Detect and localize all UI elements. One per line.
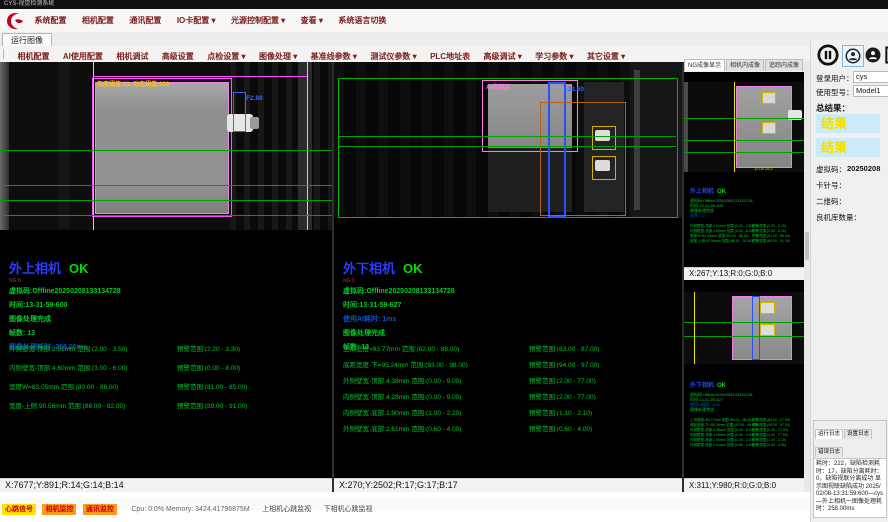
document-tabrow: 运行图像	[0, 32, 888, 47]
heartbeat-indicator: 心跳信号	[2, 504, 36, 515]
measurement-list-upper: 外侧壁宽-顶部:2.91mm 范围:(2.00 - 3.50)预警范围:(2.2…	[9, 343, 329, 410]
connector-blob	[595, 160, 610, 171]
measurement-row: 内侧壁宽-顶部:4.60mm 范围:(3.00 - 6.00)预警范围:(0.0…	[9, 362, 329, 372]
time-line: 时间:13-31-59-600	[9, 300, 121, 310]
camera-image-lower: AI检测区 123.60	[334, 62, 682, 218]
ng-note-upper: NG:0	[9, 278, 121, 284]
guide-line-yellow-right	[307, 62, 308, 230]
menubar: 系统配置 相机配置 通讯配置 IO卡配置 ▾ 光源控制配置 ▾ 查看 ▾ 系统语…	[0, 9, 888, 33]
measurement-row: 底距宽度-下=95.24mm 范围:(93.00 - 98.00)预警范围:(9…	[343, 359, 679, 369]
model-value[interactable]: Model1	[853, 85, 888, 97]
result-ok-lower: OK	[403, 261, 423, 276]
window-title: CYS-视觉检测系统	[4, 1, 54, 7]
measurement-row: 外侧壁宽-顶部:4.38mm 范围:(0.00 - 9.00)预警范围:(2.0…	[343, 375, 679, 385]
app-logo-icon	[5, 11, 25, 31]
ai-elapsed-line: 使用AI耗时: 1ms	[343, 314, 455, 324]
cpu-memory-status: Cpu: 0.0% Memory: 3424.41796875M	[131, 504, 249, 515]
thumbnail-view-2[interactable]: 外下相机OK 虚拟码:Offline20250208133134728 时间:1…	[684, 280, 810, 478]
result-block-upper: 外上相机 OK NG:0 虚拟码:Offline20250208133134728…	[9, 258, 121, 352]
user-login-button[interactable]	[842, 45, 864, 67]
part-region-upper	[95, 82, 229, 214]
total-result-label: 总结果：	[816, 102, 850, 114]
thumb2-result-block: 外下相机OK 虚拟码:Offline20250208133134728 时间:1…	[690, 374, 790, 448]
thumb1-result-block: 外上相机OK 虚拟码:Offline20250208133134728 时间:1…	[690, 180, 790, 244]
thumb-tabrow: NG成像显示相机内成像追踪内成像	[684, 59, 810, 72]
thumbnail-view-1[interactable]: 12.04 28.2 外上相机OK 虚拟码:Offline20250208133…	[684, 72, 810, 267]
right-sidebar: 登录用户： cys 使用型号： Model1 总结果： 结果 结果 虚拟码： 2…	[810, 40, 888, 522]
result-ok-upper: OK	[69, 261, 89, 276]
app-window: CYS-视觉检测系统 系统配置 相机配置 通讯配置 IO卡配置 ▾ 光源控制配置…	[0, 0, 888, 522]
measurement-row: 内侧壁宽-底部:1.90mm 范围:(1.00 - 2.20)预警范围:(1.1…	[343, 407, 679, 417]
thumb-tab-track-image[interactable]: 追踪内成像	[765, 59, 803, 71]
coord-readout-thumb2: X:311;Y:980;R:0;G:0;B:0	[684, 478, 810, 492]
thumb-measure-note: 12.04 28.2	[754, 166, 773, 171]
measurement-row: 内侧壁宽-顶部:4.28mm 范围:(0.00 - 9.00)预警范围:(2.0…	[343, 391, 679, 401]
done-line: 图像处理完成	[9, 314, 121, 324]
coord-readout-thumb1: X:267;Y:13;R:0;G:0;B:0	[684, 267, 810, 280]
menu-system-config[interactable]: 系统配置	[34, 9, 66, 32]
log-tab-run[interactable]: 运行日志	[815, 429, 843, 439]
scrollbar-thumb[interactable]	[805, 232, 809, 260]
camera-name-lower: 外下相机	[343, 261, 395, 276]
menu-view[interactable]: 查看 ▾	[301, 9, 323, 32]
log-tab-settings[interactable]: 设置日志	[844, 429, 872, 439]
thumb-tab-ng-display[interactable]: NG成像显示	[684, 59, 725, 71]
menu-io-config[interactable]: IO卡配置 ▾	[177, 9, 216, 32]
login-user-label: 登录用户：	[816, 73, 854, 84]
done-line: 图像处理完成	[343, 328, 455, 338]
camera-image-upper: 灰度阈值:93, 动态阈值:100 F2.88	[0, 62, 332, 230]
frame-line: 帧数: 13	[9, 328, 121, 338]
log-panel: 运行日志设置日志错误日志 耗时：222，缺陷检测耗时：17，缺陷分离耗时：0，缺…	[813, 420, 887, 518]
result-badge-upper: 结果	[816, 114, 880, 133]
menu-language-switch[interactable]: 系统语言切换	[338, 9, 386, 32]
guide-line-yellow-left	[93, 62, 94, 230]
login-user-value[interactable]: cys	[853, 71, 888, 83]
thumb-tab-camera-image[interactable]: 相机内成像	[726, 59, 764, 71]
menu-camera-config[interactable]: 相机配置	[82, 9, 114, 32]
measurement-list-lower: 上扣宽度=83.77mm 范围:(82.00 - 88.00)预警范围:(83.…	[343, 343, 679, 433]
comm-monitor-indicator: 通讯监控	[83, 504, 117, 515]
measurement-row: 外侧壁宽-底部:2.61mm 范围:(0.60 - 4.00)预警范围:(0.6…	[343, 423, 679, 433]
status-strip: 心跳信号 相机监控 通讯监控 Cpu: 0.0% Memory: 3424.41…	[0, 498, 810, 510]
camera-name-upper: 外上相机	[9, 261, 61, 276]
menu-comm-config[interactable]: 通讯配置	[129, 9, 161, 32]
coord-readout-lower: X:270;Y:2502;R:17;G:17;B:17	[334, 478, 682, 492]
good-count-label: 良机库数量：	[816, 212, 861, 223]
vcode-line: 虚拟码:Offline20250208133134728	[9, 286, 121, 296]
result-block-lower: 外下相机 OK NG:0 虚拟码:Offline20250208133134728…	[343, 258, 455, 352]
measure-overlay-value: F2.88	[246, 95, 263, 102]
blue-measure-value: 123.60	[564, 86, 584, 93]
exit-button[interactable]	[869, 45, 888, 65]
ng-note-lower: NG:0	[343, 278, 455, 284]
coord-readout-upper: X:7677;Y:891;R:14;G:14;B:14	[0, 478, 332, 492]
ai-region-label: AI检测区	[486, 82, 510, 91]
menu-light-config[interactable]: 光源控制配置 ▾	[231, 9, 285, 32]
virtual-code-label: 虚拟码：	[816, 164, 846, 175]
window-titlebar: CYS-视觉检测系统	[0, 0, 888, 9]
vcode-line: 虚拟码:Offline20250208133134728	[343, 286, 455, 296]
pause-button[interactable]	[817, 44, 839, 66]
upper-camera-heartbeat-status: 上相机心跳监视	[262, 504, 311, 515]
camera-view-lower[interactable]: AI检测区 123.60 外下相机 OK NG:0 虚拟码:Offline2025…	[334, 62, 682, 478]
toolbar-grip	[3, 49, 8, 59]
threshold-overlay-label: 灰度阈值:93, 动态阈值:100	[97, 79, 169, 88]
pin-number-label: 卡针号：	[816, 180, 846, 191]
log-tab-errors[interactable]: 错误日志	[815, 447, 843, 457]
measurement-row: 上扣宽度=83.77mm 范围:(82.00 - 88.00)预警范围:(83.…	[343, 343, 679, 353]
virtual-code-value: 20250208	[847, 164, 880, 173]
qr-code-label: 二维码：	[816, 196, 846, 207]
camera-monitor-indicator: 相机监控	[42, 504, 76, 515]
log-text: 耗时：222，缺陷检测耗时：17，缺陷分离耗时：0，缺陷视联分离成功 显示图视联…	[814, 459, 886, 516]
time-line: 时间:13-31-59-627	[343, 300, 455, 310]
camera-view-upper[interactable]: 灰度阈值:93, 动态阈值:100 F2.88 外上相机 OK NG:0 虚拟码:…	[0, 62, 332, 478]
measurement-row: 宽度W=83.05mm 范围:(80.00 - 86.00)预警范围:(81.0…	[9, 381, 329, 391]
lower-camera-heartbeat-status: 下相机心跳监视	[324, 504, 373, 515]
model-label: 使用型号：	[816, 87, 854, 98]
result-badge-lower: 结果	[816, 138, 880, 157]
measurement-row: 外侧壁宽-顶部:2.91mm 范围:(2.00 - 3.50)预警范围:(2.2…	[9, 343, 329, 353]
tab-run-image[interactable]: 运行图像	[2, 33, 52, 47]
measurement-row: 宽度-上侧:90.56mm 范围:(88.00 - 92.00)预警范围:(89…	[9, 400, 329, 410]
